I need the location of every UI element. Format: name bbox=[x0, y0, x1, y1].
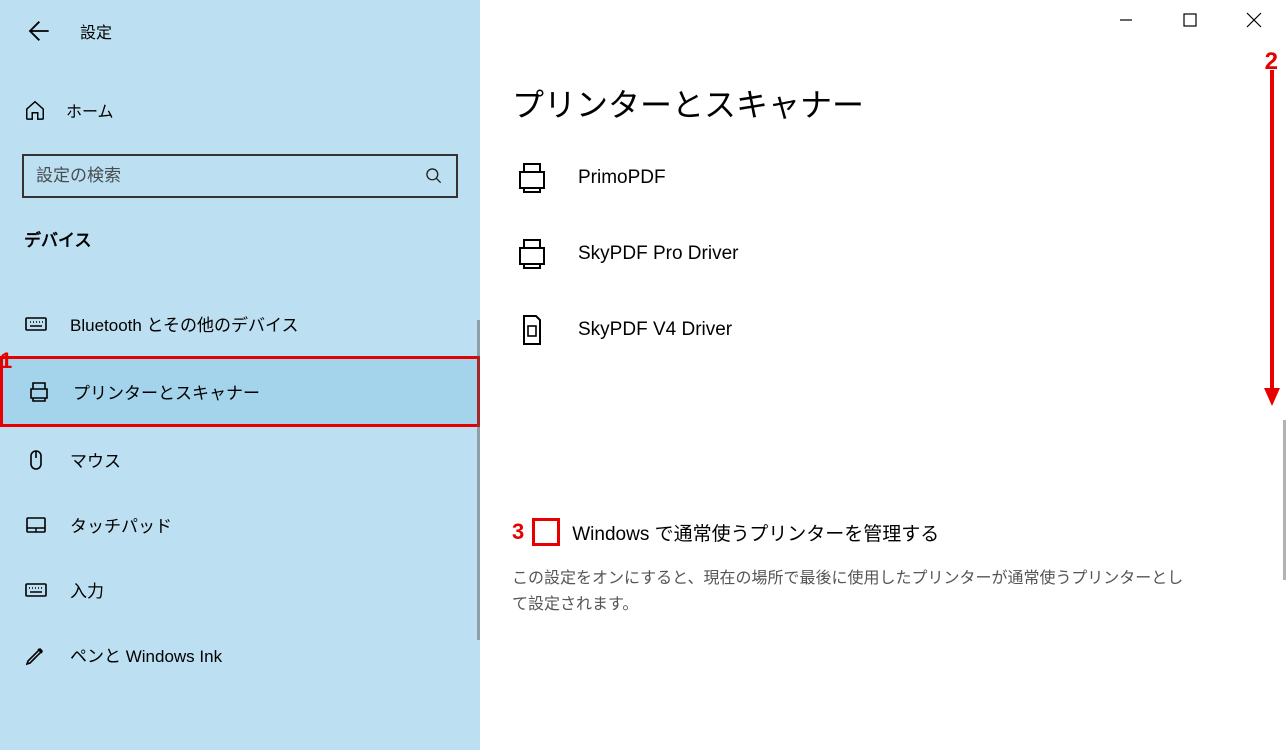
printer-doc-icon bbox=[514, 312, 550, 348]
printer-name: SkyPDF Pro Driver bbox=[578, 243, 738, 265]
mouse-icon bbox=[24, 448, 48, 472]
minimize-button[interactable] bbox=[1094, 0, 1158, 40]
close-icon bbox=[1245, 11, 1263, 29]
printer-item[interactable]: PrimoPDF bbox=[512, 140, 1236, 216]
sidebar-item-mouse[interactable]: マウス bbox=[0, 427, 480, 492]
main-content: プリンターとスキャナー PrimoPDF SkyPDF Pro Driver S… bbox=[480, 0, 1286, 750]
sidebar-item-pen[interactable]: ペンと Windows Ink bbox=[0, 622, 480, 687]
sidebar-item-label: マウス bbox=[70, 447, 121, 472]
window-controls bbox=[1094, 0, 1286, 40]
sidebar-item-touchpad[interactable]: タッチパッド bbox=[0, 492, 480, 557]
printer-item[interactable]: SkyPDF Pro Driver bbox=[512, 216, 1236, 292]
sidebar-item-label: ペンと Windows Ink bbox=[70, 642, 222, 667]
printer-icon bbox=[27, 380, 51, 404]
sidebar-item-typing[interactable]: 入力 bbox=[0, 557, 480, 622]
search-icon bbox=[424, 166, 444, 186]
nav-home[interactable]: ホーム bbox=[0, 88, 480, 132]
window-title: 設定 bbox=[80, 19, 112, 43]
sidebar-item-label: 入力 bbox=[70, 577, 104, 602]
nav-group: Bluetooth とその他のデバイス プリンターとスキャナー マウス タッチパ… bbox=[0, 291, 480, 687]
sidebar-item-label: プリンターとスキャナー bbox=[73, 379, 260, 404]
maximize-icon bbox=[1183, 13, 1197, 27]
search-input[interactable] bbox=[36, 166, 424, 186]
default-printer-label: Windows で通常使うプリンターを管理する bbox=[572, 519, 939, 546]
default-printer-checkbox[interactable] bbox=[532, 518, 560, 546]
back-button[interactable] bbox=[22, 16, 52, 46]
printer-icon bbox=[514, 236, 550, 272]
maximize-button[interactable] bbox=[1158, 0, 1222, 40]
page-title: プリンターとスキャナー bbox=[512, 80, 1236, 126]
sidebar-item-printers[interactable]: プリンターとスキャナー bbox=[0, 356, 480, 427]
touchpad-icon bbox=[24, 513, 48, 537]
minimize-icon bbox=[1119, 13, 1133, 27]
default-printer-help: この設定をオンにすると、現在の場所で最後に使用したプリンターが通常使うプリンター… bbox=[512, 566, 1192, 617]
sidebar-item-label: タッチパッド bbox=[70, 512, 172, 537]
pen-icon bbox=[24, 643, 48, 667]
printer-item[interactable]: SkyPDF V4 Driver bbox=[512, 292, 1236, 368]
sidebar-item-label: Bluetooth とその他のデバイス bbox=[70, 311, 299, 336]
default-printer-row: 3 Windows で通常使うプリンターを管理する bbox=[512, 518, 1236, 546]
nav-home-label: ホーム bbox=[66, 98, 114, 122]
sidebar-item-bluetooth[interactable]: Bluetooth とその他のデバイス bbox=[0, 291, 480, 356]
printer-name: SkyPDF V4 Driver bbox=[578, 319, 732, 341]
annotation-3: 3 bbox=[512, 519, 524, 545]
keyboard-icon bbox=[24, 578, 48, 602]
close-button[interactable] bbox=[1222, 0, 1286, 40]
printer-list: PrimoPDF SkyPDF Pro Driver SkyPDF V4 Dri… bbox=[512, 140, 1236, 368]
printer-icon bbox=[514, 160, 550, 196]
section-header: デバイス bbox=[0, 218, 480, 261]
printer-name: PrimoPDF bbox=[578, 167, 666, 189]
search-box[interactable] bbox=[22, 154, 458, 198]
sidebar: 設定 ホーム デバイス Bluetooth とその他のデバイス プリンターとスキ… bbox=[0, 0, 480, 750]
keyboard-device-icon bbox=[24, 312, 48, 336]
arrow-left-icon bbox=[23, 17, 51, 45]
home-icon bbox=[24, 99, 46, 121]
